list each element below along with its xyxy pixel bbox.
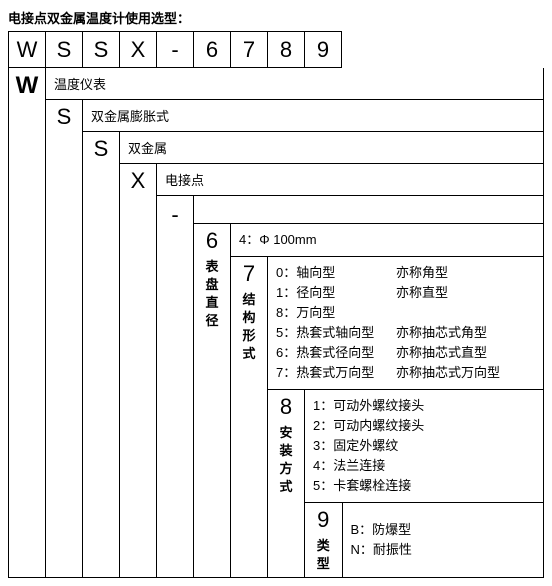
code-cell-3: X bbox=[120, 32, 157, 68]
digit-7-vlabel: 结 构 形 式 bbox=[231, 291, 267, 367]
digit-6-vlabel: 表 盘 直 径 bbox=[194, 258, 230, 334]
code-cell-6: 7 bbox=[231, 32, 268, 68]
level-S2-letter: S bbox=[83, 132, 120, 578]
level-X-letter: X bbox=[120, 164, 157, 578]
digit-8-cell: 8 安 装 方 式 bbox=[268, 390, 305, 578]
digit-9-desc: B：防爆型 N：耐振性 bbox=[342, 503, 543, 577]
page-title: 电接点双金属温度计使用选型： bbox=[8, 8, 544, 27]
code-cell-2: S bbox=[83, 32, 120, 68]
digit-7-desc: 0：轴向型亦称角型 1：径向型亦称直型 8：万向型 5：热套式轴向型亦称抽芯式角… bbox=[268, 257, 544, 390]
level-X-label: 电接点 bbox=[157, 164, 544, 196]
code-cell-0: W bbox=[9, 32, 46, 68]
level-S2-label: 双金属 bbox=[120, 132, 544, 164]
digit-9-vlabel: 类 型 bbox=[305, 537, 342, 577]
level-dash-letter: - bbox=[157, 196, 194, 578]
code-cell-4: - bbox=[157, 32, 194, 68]
digit-9-row: 9 类 型 B：防爆型 N：耐振性 bbox=[305, 503, 544, 578]
code-row-table: W S S X - 6 7 8 9 bbox=[8, 31, 342, 68]
digit-8: 8 bbox=[268, 390, 304, 424]
level-W-label: 温度仪表 bbox=[46, 68, 544, 100]
level-W-letter: W bbox=[9, 68, 46, 578]
level-S1-label: 双金属膨胀式 bbox=[83, 100, 544, 132]
digit-6: 6 bbox=[194, 224, 230, 258]
digit-6-desc: 4：Φ 100mm bbox=[231, 224, 544, 257]
digit-9: 9 bbox=[305, 503, 342, 537]
digit-6-cell: 6 表 盘 直 径 bbox=[194, 224, 231, 578]
code-cell-1: S bbox=[46, 32, 83, 68]
code-cell-7: 8 bbox=[268, 32, 305, 68]
level-dash-spacer bbox=[194, 196, 544, 224]
level-S1-letter: S bbox=[46, 100, 83, 578]
digit-8-desc: 1：可动外螺纹接头 2：可动内螺纹接头 3：固定外螺纹 4：法兰连接 5：卡套螺… bbox=[305, 390, 544, 503]
digit-8-vlabel: 安 装 方 式 bbox=[268, 424, 304, 500]
code-cell-8: 9 bbox=[305, 32, 342, 68]
code-cell-5: 6 bbox=[194, 32, 231, 68]
digit-9-cell: 9 类 型 bbox=[305, 503, 342, 577]
digit-7-cell: 7 结 构 形 式 bbox=[231, 257, 268, 578]
hierarchy-table: W 温度仪表 S 双金属膨胀式 S 双金属 X 电接点 - 6 表 盘 直 径 … bbox=[8, 68, 544, 578]
digit-7: 7 bbox=[231, 257, 267, 291]
